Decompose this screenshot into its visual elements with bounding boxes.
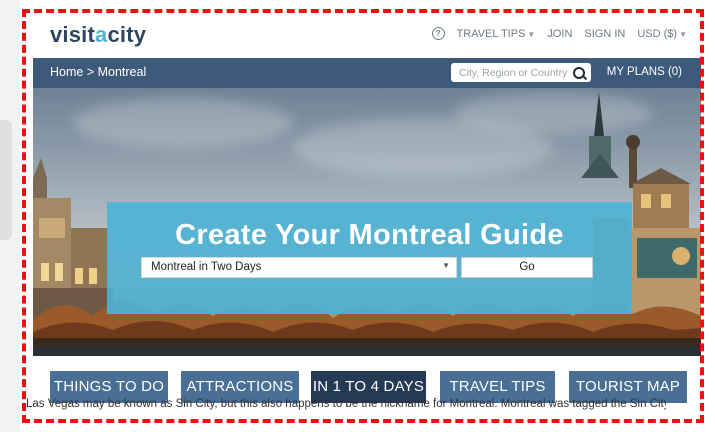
site-header: visitacity ? TRAVEL TIPS ▼ JOIN SIGN IN U…: [33, 14, 701, 58]
chevron-down-icon: ▼: [527, 29, 536, 39]
search-input[interactable]: [451, 63, 569, 82]
logo-text-city: city: [107, 22, 147, 47]
currency-label: USD ($): [637, 27, 678, 40]
my-plans-link[interactable]: MY PLANS (0): [607, 66, 682, 78]
sign-in-link[interactable]: SIGN IN: [584, 28, 625, 40]
chevron-down-icon: ▼: [679, 29, 687, 39]
waterfront: [33, 346, 701, 356]
search-icon[interactable]: [573, 67, 585, 79]
travel-tips-menu[interactable]: TRAVEL TIPS ▼: [457, 28, 536, 40]
intro-paragraph: Las Vegas may be known as Sin City, but …: [26, 398, 666, 410]
logo-text-visit: visit: [50, 22, 96, 47]
itinerary-select[interactable]: Montreal in Two Days ▼: [141, 257, 457, 278]
guide-builder-panel: Create Your Montreal Guide Montreal in T…: [107, 202, 632, 314]
search-box: [451, 63, 591, 82]
navigation-bar: Home > Montreal MY PLANS (0): [33, 58, 701, 88]
join-link[interactable]: JOIN: [547, 28, 572, 40]
guide-title: Create Your Montreal Guide: [175, 219, 564, 251]
hero-banner: Create Your Montreal Guide Montreal in T…: [33, 88, 701, 356]
itinerary-select-value: Montreal in Two Days: [151, 261, 262, 273]
help-icon[interactable]: ?: [431, 27, 445, 40]
browser-left-edge: [0, 0, 20, 432]
currency-menu[interactable]: USD ($) ▼: [637, 28, 687, 40]
visitacity-page: visitacity ? TRAVEL TIPS ▼ JOIN SIGN IN U…: [33, 14, 701, 432]
travel-tips-label: TRAVEL TIPS: [456, 27, 526, 40]
site-logo[interactable]: visitacity: [50, 22, 146, 48]
go-button[interactable]: Go: [461, 257, 593, 278]
logo-text-a: a: [95, 22, 108, 47]
top-navigation: ? TRAVEL TIPS ▼ JOIN SIGN IN USD ($) ▼: [431, 27, 687, 40]
breadcrumb[interactable]: Home > Montreal: [50, 65, 146, 79]
chevron-down-icon: ▼: [442, 261, 450, 270]
